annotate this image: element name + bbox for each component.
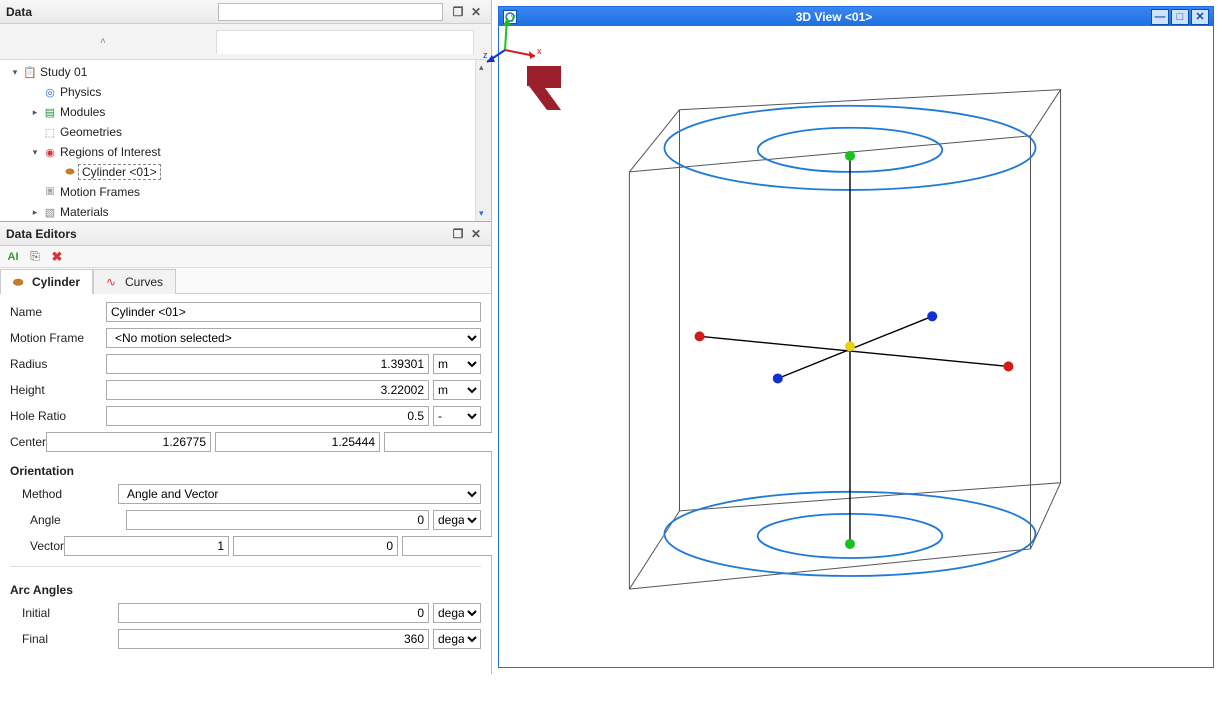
- hole-ratio-unit-select[interactable]: -: [433, 406, 481, 426]
- tree-item-materials[interactable]: ▸ ▧ Materials: [4, 202, 491, 221]
- restore-icon[interactable]: ❐: [449, 225, 467, 243]
- initial-label: Initial: [10, 606, 118, 620]
- tree-label: Motion Frames: [58, 185, 140, 199]
- name-input[interactable]: [106, 302, 481, 322]
- center-y-input[interactable]: [215, 432, 380, 452]
- physics-icon: ◎: [42, 86, 58, 99]
- center-x-input[interactable]: [46, 432, 211, 452]
- axis-z-label: z: [483, 50, 488, 60]
- tab-label: Curves: [125, 275, 163, 289]
- data-panel: Data ❐ ✕ ˄ ▾ 📋 Study 01 ◎ Physics ▸ ▤: [0, 0, 491, 222]
- tree-item-physics[interactable]: ◎ Physics: [4, 82, 491, 102]
- delete-button[interactable]: ✖: [48, 248, 66, 266]
- materials-icon: ▧: [42, 206, 58, 219]
- editors-panel-header: Data Editors ❐ ✕: [0, 222, 491, 246]
- height-input[interactable]: [106, 380, 429, 400]
- restore-icon[interactable]: ❐: [449, 3, 467, 21]
- hole-ratio-label: Hole Ratio: [10, 409, 106, 423]
- tree-item-geometries[interactable]: ⬚ Geometries: [4, 122, 491, 142]
- tree-label: Physics: [58, 85, 101, 99]
- tree-label: Geometries: [58, 125, 122, 139]
- vector-x-input[interactable]: [64, 536, 229, 556]
- hole-ratio-input[interactable]: [106, 406, 429, 426]
- center-label: Center: [10, 435, 46, 449]
- data-panel-header: Data ❐ ✕: [0, 0, 491, 24]
- editors-panel: Data Editors ❐ ✕ AI ⎘ ✖ ⬬ Cylinder ∿ Cur…: [0, 222, 491, 674]
- radius-input[interactable]: [106, 354, 429, 374]
- view3d-window: 3D View <01> — □ ✕: [498, 6, 1214, 668]
- cylinder-icon: ⬬: [13, 275, 27, 289]
- tab-cylinder[interactable]: ⬬ Cylinder: [0, 269, 93, 294]
- orientation-header: Orientation: [10, 458, 481, 478]
- vector-label: Vector: [10, 539, 64, 553]
- initial-unit-select[interactable]: dega: [433, 603, 481, 623]
- tree-label: Study 01: [38, 65, 87, 79]
- clipboard-icon: 📋: [22, 66, 38, 79]
- angle-label: Angle: [10, 513, 126, 527]
- cylinder-icon: ⬬: [62, 166, 78, 179]
- axis-gizmo[interactable]: x y z: [483, 10, 1197, 651]
- frames-icon: 🞖: [42, 186, 58, 199]
- geometries-icon: ⬚: [42, 126, 58, 139]
- editor-tabs: ⬬ Cylinder ∿ Curves: [0, 268, 491, 294]
- autoincrement-button[interactable]: AI: [4, 248, 22, 266]
- chevron-down-icon[interactable]: ▾: [28, 147, 42, 158]
- tree-label: Regions of Interest: [58, 145, 161, 159]
- tree-item-modules[interactable]: ▸ ▤ Modules: [4, 102, 491, 122]
- vector-y-input[interactable]: [233, 536, 398, 556]
- final-label: Final: [10, 632, 118, 646]
- axis-x-label: x: [537, 46, 542, 56]
- tree-item-roi[interactable]: ▾ ◉ Regions of Interest: [4, 142, 491, 162]
- radius-label: Radius: [10, 357, 106, 371]
- data-panel-title: Data: [6, 5, 32, 19]
- tree-item-cylinder[interactable]: ⬬ Cylinder <01>: [4, 162, 491, 182]
- axis-y-label: y: [511, 12, 516, 22]
- height-unit-select[interactable]: m: [433, 380, 481, 400]
- view3d-viewport[interactable]: x y z: [499, 26, 1213, 667]
- data-search-input[interactable]: [218, 3, 443, 21]
- chevron-right-icon[interactable]: ▸: [28, 207, 42, 218]
- method-label: Method: [10, 487, 118, 501]
- motion-frame-select[interactable]: <No motion selected>: [106, 328, 481, 348]
- project-tree[interactable]: ▾ 📋 Study 01 ◎ Physics ▸ ▤ Modules ⬚ Geo…: [0, 60, 491, 221]
- tree-label: Cylinder <01>: [78, 164, 161, 180]
- cylinder-form: Name Motion Frame <No motion selected> R…: [0, 294, 491, 659]
- method-select[interactable]: Angle and Vector: [118, 484, 481, 504]
- angle-input[interactable]: [126, 510, 429, 530]
- tab-label: Cylinder: [32, 275, 80, 289]
- final-input[interactable]: [118, 629, 429, 649]
- tab-curves[interactable]: ∿ Curves: [93, 269, 176, 294]
- height-label: Height: [10, 383, 106, 397]
- modules-icon: ▤: [42, 106, 58, 119]
- editors-toolbar: AI ⎘ ✖: [0, 246, 491, 268]
- target-icon: ◉: [42, 146, 58, 159]
- tree-item-motion-frames[interactable]: 🞖 Motion Frames: [4, 182, 491, 202]
- final-unit-select[interactable]: dega: [433, 629, 481, 649]
- motion-frame-label: Motion Frame: [10, 331, 106, 345]
- arc-angles-header: Arc Angles: [10, 577, 481, 597]
- name-label: Name: [10, 305, 106, 319]
- curves-icon: ∿: [106, 275, 120, 289]
- chevron-right-icon[interactable]: ▸: [28, 107, 42, 118]
- tree-tab-strip: ˄: [0, 24, 491, 60]
- tree-label: Modules: [58, 105, 105, 119]
- chevron-down-icon[interactable]: ▾: [8, 67, 22, 78]
- duplicate-button[interactable]: ⎘: [26, 248, 44, 266]
- tree-label: Materials: [58, 205, 109, 219]
- blank-tab[interactable]: [216, 30, 474, 54]
- initial-input[interactable]: [118, 603, 429, 623]
- editors-panel-title: Data Editors: [6, 227, 77, 241]
- radius-unit-select[interactable]: m: [433, 354, 481, 374]
- angle-unit-select[interactable]: dega: [433, 510, 481, 530]
- chevron-up-icon[interactable]: ˄: [100, 36, 106, 47]
- tree-item-study[interactable]: ▾ 📋 Study 01: [4, 62, 491, 82]
